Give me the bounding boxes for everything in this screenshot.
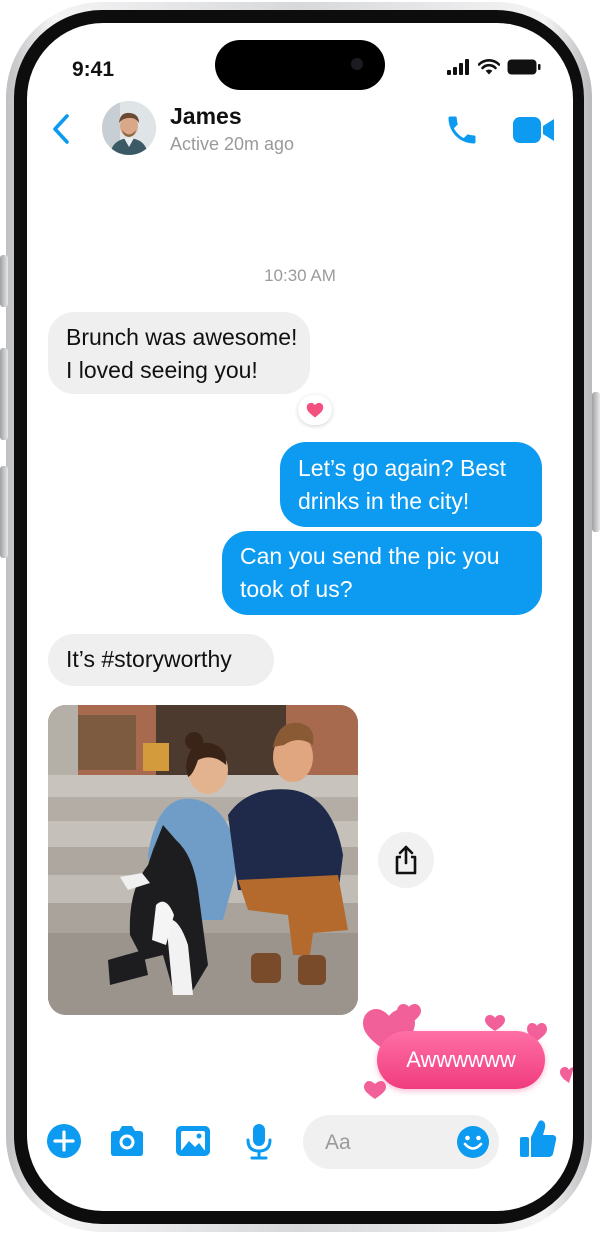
message-line: I loved seeing you! — [66, 357, 258, 383]
message-bubble-incoming[interactable]: Brunch was awesome! I loved seeing you! — [48, 312, 310, 394]
phone-icon[interactable] — [444, 112, 480, 148]
microphone-icon[interactable] — [239, 1121, 279, 1161]
share-button[interactable] — [378, 832, 434, 888]
message-bubble-outgoing[interactable]: Can you send the pic you took of us? — [222, 531, 542, 615]
volume-down-button — [0, 466, 8, 558]
dynamic-island — [215, 40, 385, 90]
camera-icon[interactable] — [107, 1121, 147, 1161]
message-input-container[interactable] — [303, 1115, 499, 1169]
reaction-heart-badge[interactable] — [298, 395, 332, 425]
video-camera-icon[interactable] — [513, 115, 555, 145]
message-bubble-outgoing-effect[interactable]: Awwwwww — [377, 1031, 545, 1089]
message-bubble-incoming[interactable]: It’s #storyworthy — [48, 634, 274, 686]
avatar[interactable] — [102, 101, 156, 155]
message-line: drinks in the city! — [298, 488, 470, 514]
message-line: Brunch was awesome! — [66, 324, 298, 350]
cellular-signal-icon — [447, 59, 469, 75]
share-icon — [395, 845, 417, 875]
message-line: Let’s go again? Best — [298, 455, 507, 481]
message-line: Awwwwww — [406, 1047, 516, 1072]
action-button — [0, 255, 8, 307]
wifi-icon — [478, 59, 500, 75]
gallery-icon[interactable] — [173, 1121, 213, 1161]
thumbs-up-icon[interactable] — [518, 1117, 558, 1161]
heart-icon — [306, 402, 324, 418]
battery-icon — [507, 59, 541, 75]
plus-icon[interactable] — [44, 1121, 84, 1161]
message-line: Can you send the pic you — [240, 543, 500, 569]
contact-name[interactable]: James — [170, 103, 242, 130]
message-bubble-outgoing[interactable]: Let’s go again? Best drinks in the city! — [280, 442, 542, 527]
status-time: 9:41 — [72, 58, 115, 81]
shared-photo[interactable] — [48, 705, 358, 1015]
couple-with-dog-illustration — [48, 705, 358, 1015]
message-timestamp: 10:30 AM — [264, 266, 336, 285]
side-button — [592, 392, 600, 532]
message-input[interactable] — [323, 1128, 447, 1158]
message-line: It’s #storyworthy — [66, 646, 232, 672]
messenger-screen: 9:41 James Active 20m ago 10:30 AM Brunc… — [27, 23, 573, 1211]
back-icon[interactable] — [51, 113, 71, 145]
active-status: Active 20m ago — [170, 134, 295, 154]
volume-up-button — [0, 348, 8, 440]
message-line: took of us? — [240, 576, 353, 602]
status-icons — [447, 59, 541, 75]
emoji-icon[interactable] — [455, 1124, 491, 1160]
